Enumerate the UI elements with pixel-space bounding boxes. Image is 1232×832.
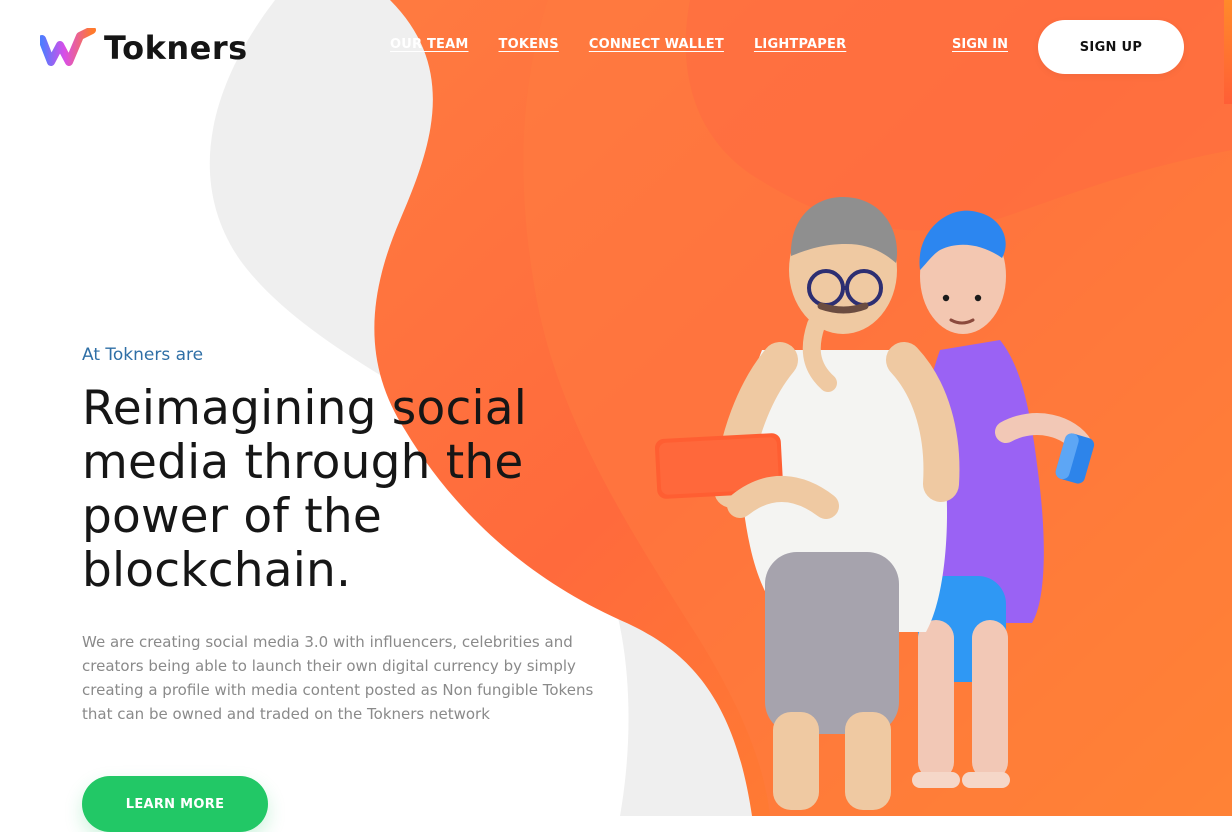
brand-logo-icon [40, 28, 96, 66]
scroll-accent-bar [1224, 0, 1232, 104]
nav-item-connect-wallet[interactable]: CONNECT WALLET [589, 37, 724, 52]
character-glasses [654, 196, 960, 810]
sign-up-button[interactable]: SIGN UP [1038, 20, 1184, 74]
brand-name: Tokners [104, 29, 248, 67]
hero-headline: Reimagining social media through the pow… [82, 381, 528, 598]
sign-in-link[interactable]: SIGN IN [952, 37, 1008, 52]
characters-illustration [654, 196, 1095, 810]
primary-navigation: OUR TEAM TOKENS CONNECT WALLET LIGHTPAPE… [390, 37, 846, 52]
nav-item-tokens[interactable]: TOKENS [499, 37, 559, 52]
nav-item-lightpaper[interactable]: LIGHTPAPER [754, 37, 846, 52]
learn-more-button[interactable]: LEARN MORE [82, 776, 268, 832]
site-header: Tokners OUR TEAM TOKENS CONNECT WALLET L… [0, 0, 1232, 96]
hero-eyebrow: At Tokners are [82, 345, 204, 365]
hero-description: We are creating social media 3.0 with in… [82, 633, 594, 723]
nav-item-our-team[interactable]: OUR TEAM [390, 37, 469, 52]
brand-logo[interactable]: Tokners [40, 26, 248, 70]
